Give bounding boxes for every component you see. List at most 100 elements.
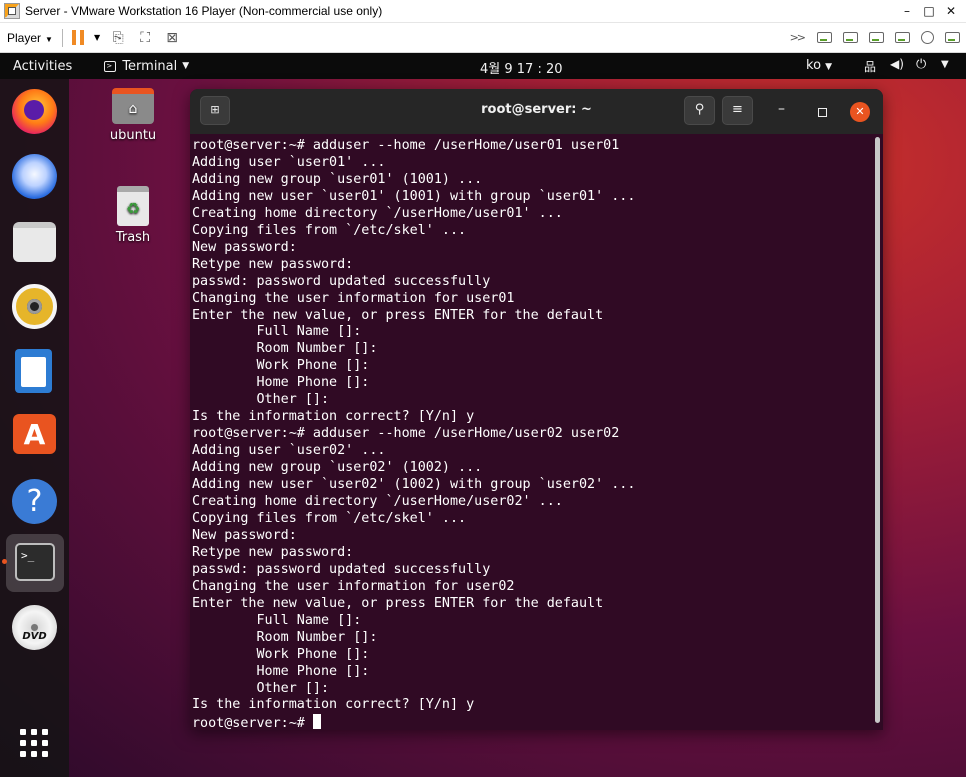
terminal-line: Changing the user information for user02 [192,578,515,594]
terminal-line: Adding user `user01' ... [192,154,386,170]
terminal-line: Changing the user information for user01 [192,290,515,306]
terminal-headerbar: ⊞ root@server: ~ ⚲ ≡ – ✕ [190,89,883,134]
terminal-line: Adding user `user02' ... [192,443,386,459]
terminal-line: Room Number []: [192,341,378,357]
terminal-lines: root@server:~# adduser --home /userHome/… [192,138,869,714]
clock[interactable]: 4월 9 17 : 20 [480,58,563,77]
terminal-line: Copying files from `/etc/skel' ... [192,222,467,238]
player-menu[interactable]: Player ▼ [7,31,53,45]
input-method-indicator[interactable]: ko ▼ [806,58,832,73]
gnome-topbar: Activities > Terminal ▼ 4월 9 17 : 20 ko … [0,53,966,79]
pause-icon[interactable] [71,30,85,45]
terminal-line: Home Phone []: [192,663,370,679]
terminal-line: Other []: [192,680,330,696]
maximize-button[interactable]: □ [918,4,940,18]
help-icon[interactable]: ? [12,479,57,524]
terminal-icon: > [104,60,117,72]
terminal-line: Work Phone []: [192,646,370,662]
terminal-line: Enter the new value, or press ENTER for … [192,595,604,611]
terminal-line: Is the information correct? [Y/n] y [192,697,475,713]
desktop-trash-label: Trash [115,230,151,245]
running-indicator [2,559,7,564]
fullscreen-icon[interactable]: ⛶ [136,29,154,47]
chevron-down-icon: ▼ [45,34,53,44]
terminal-prompt: root@server:~# [192,716,313,730]
terminal-line: Adding new user `user01' (1001) with gro… [192,188,636,204]
terminal-line: Other []: [192,392,330,408]
desktop-home-folder[interactable]: ⌂ ubuntu [103,88,163,143]
search-button[interactable]: ⚲ [684,96,715,125]
thunderbird-icon[interactable] [12,154,57,199]
trash-icon: ♻ [117,186,149,226]
terminal-line: passwd: password updated successfully [192,561,491,577]
display-icon[interactable] [945,32,960,43]
vmware-logo-icon [4,3,20,19]
terminal-window[interactable]: ⊞ root@server: ~ ⚲ ≡ – ✕ root@server:~# … [190,89,883,730]
device-icons: >> [790,31,960,44]
chevron-down-icon: ▼ [182,61,190,71]
pause-dropdown-icon[interactable]: ▼ [94,33,100,42]
player-menu-label: Player [7,30,42,45]
minimize-icon[interactable]: – [778,101,785,117]
maximize-icon[interactable] [818,108,827,117]
cd-drive-icon[interactable] [843,32,858,43]
terminal-line: Home Phone []: [192,375,370,391]
terminal-line: root@server:~# adduser --home /userHome/… [192,426,620,442]
vmware-titlebar: Server - VMware Workstation 16 Player (N… [0,0,966,23]
hamburger-icon: ≡ [732,102,743,117]
terminal-line: Full Name []: [192,612,362,628]
show-apps-icon[interactable] [20,729,48,757]
terminal-line: passwd: password updated successfully [192,273,491,289]
desktop-trash[interactable]: ♻ Trash [103,186,163,245]
close-button[interactable]: ✕ [940,4,962,18]
terminal-line: Full Name []: [192,324,362,340]
ubuntu-desktop: Activities > Terminal ▼ 4월 9 17 : 20 ko … [0,53,966,777]
firefox-icon[interactable] [12,89,57,134]
menu-button[interactable]: ≡ [722,96,753,125]
send-ctrl-alt-del-icon[interactable]: ⎘ [109,29,127,47]
dvd-icon[interactable]: DVD [12,605,57,650]
terminal-line: Adding new group `user02' (1002) ... [192,460,483,476]
network-icon[interactable]: 品 [864,58,876,75]
terminal-line: Room Number []: [192,629,378,645]
usb-device-icon[interactable] [895,32,910,43]
volume-icon[interactable]: ◀) [890,57,904,71]
terminal-line: Creating home directory `/userHome/user0… [192,494,563,510]
software-icon[interactable]: A [13,414,56,454]
terminal-line: Adding new group `user01' (1001) ... [192,171,483,187]
app-menu-label: Terminal [122,58,178,74]
desktop-home-label: ubuntu [109,128,157,143]
terminal-line: Creating home directory `/userHome/user0… [192,205,563,221]
app-menu[interactable]: > Terminal ▼ [104,59,189,74]
network-adapter-icon[interactable] [869,32,884,43]
terminal-line: New password: [192,239,297,255]
activities-button[interactable]: Activities [13,59,72,74]
terminal-line: Retype new password: [192,544,354,560]
terminal-line: Work Phone []: [192,358,370,374]
toolbar-divider [61,28,63,47]
search-icon: ⚲ [694,102,705,117]
dock: A ? >_ DVD [0,79,69,777]
hard-disk-icon[interactable] [817,32,832,43]
terminal-output[interactable]: root@server:~# adduser --home /userHome/… [192,138,869,730]
sound-card-icon[interactable] [921,31,934,44]
chevron-down-icon: ▼ [825,62,833,72]
terminal-line: Adding new user `user02' (1002) with gro… [192,477,636,493]
input-method-label: ko [806,58,822,73]
terminal-line: Retype new password: [192,256,354,272]
terminal-scrollbar[interactable] [875,137,880,723]
terminal-icon[interactable]: >_ [15,543,55,581]
more-devices-icon[interactable]: >> [790,31,807,44]
home-folder-icon: ⌂ [112,88,154,124]
terminal-line: Enter the new value, or press ENTER for … [192,307,604,323]
rhythmbox-icon[interactable] [12,284,57,329]
writer-icon[interactable] [15,349,52,393]
minimize-button[interactable]: – [896,4,918,18]
close-icon[interactable]: ✕ [850,102,870,122]
system-menu-chevron-icon[interactable]: ▼ [941,59,949,70]
unity-icon[interactable]: ⊠ [163,29,181,47]
power-icon[interactable]: ⏻ [916,57,926,72]
terminal-line: Is the information correct? [Y/n] y [192,409,475,425]
files-icon[interactable] [13,222,56,262]
terminal-line: New password: [192,527,297,543]
